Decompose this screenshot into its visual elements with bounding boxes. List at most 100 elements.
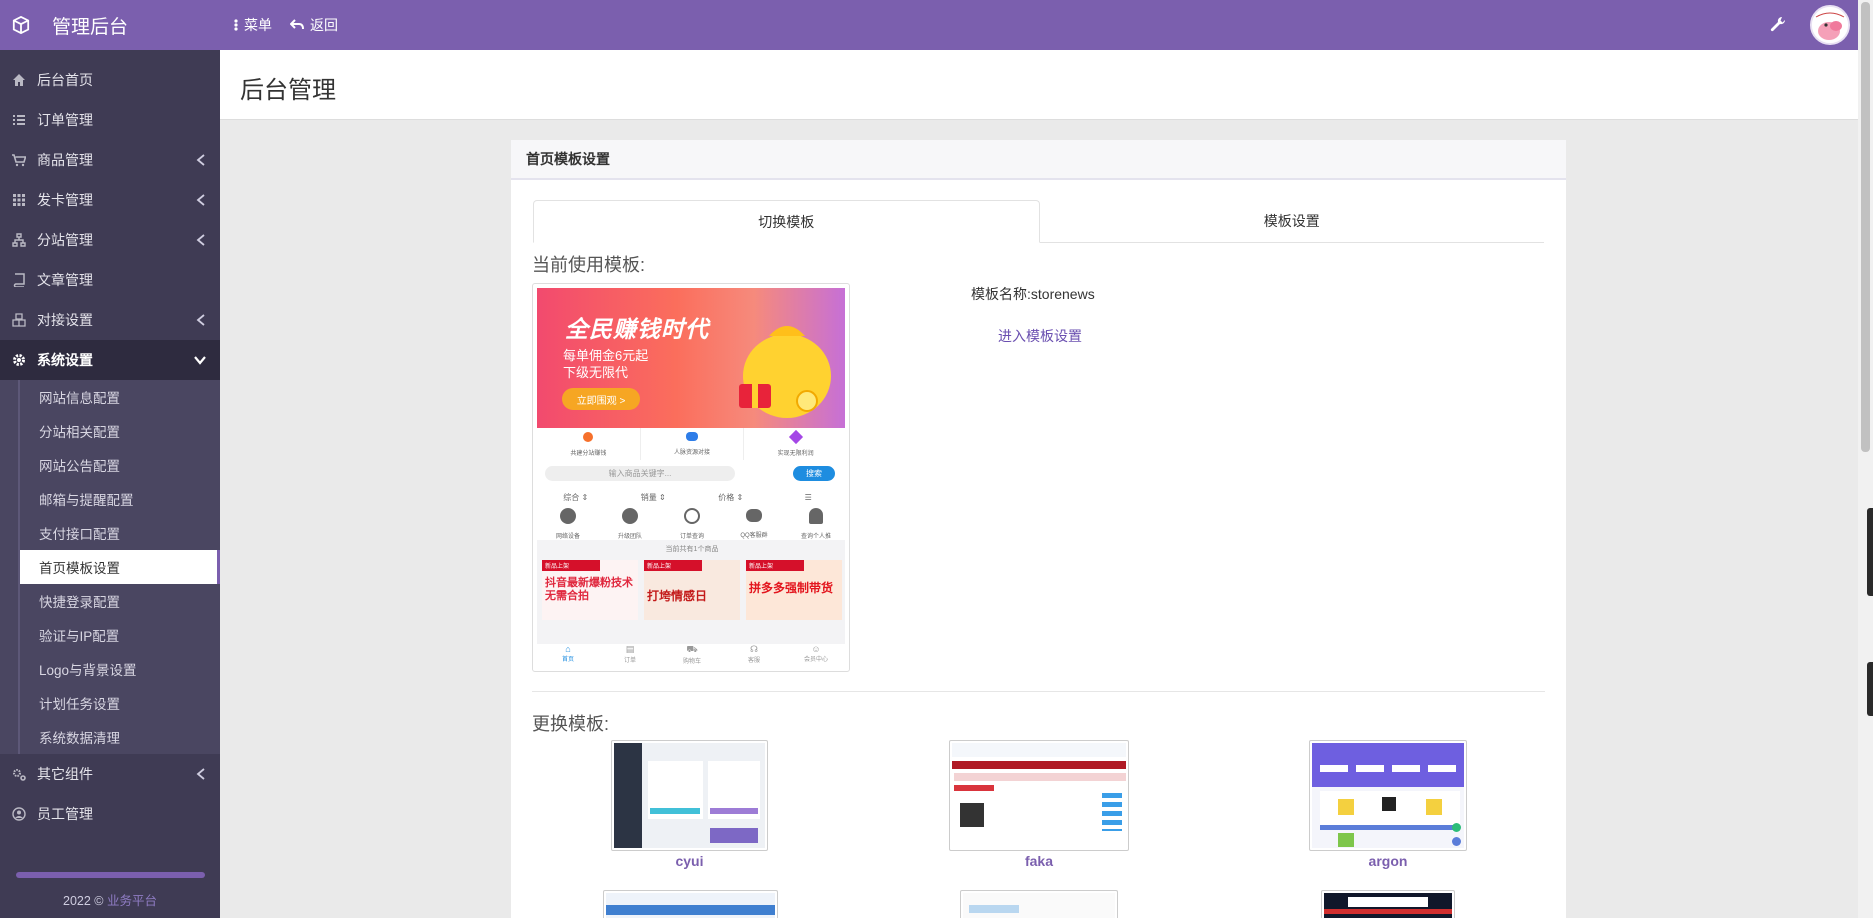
- product-title: 拼多多强制带货: [749, 581, 834, 595]
- template-thumb-faka[interactable]: [949, 740, 1129, 851]
- sub-item-logo-bg[interactable]: Logo与背景设置: [0, 652, 220, 686]
- feature-label: 实现无限利润: [777, 451, 814, 457]
- thumb-nav: [952, 761, 1126, 769]
- thumb-block: [954, 785, 994, 791]
- sidebar-item-docking[interactable]: 对接设置: [0, 300, 220, 340]
- sub-item-label: 首页模板设置: [39, 561, 120, 576]
- tab-switch-template[interactable]: 切换模板: [533, 200, 1040, 243]
- sort-label: 价格 ⇕: [718, 492, 744, 502]
- sidebar-item-home[interactable]: 后台首页: [0, 60, 220, 100]
- template-label-cyui[interactable]: cyui: [611, 853, 768, 869]
- cart-nav-icon: ⛟: [686, 644, 698, 654]
- page-scrollbar[interactable]: [1858, 0, 1873, 918]
- template-thumb-argon[interactable]: [1309, 740, 1467, 851]
- sidebar-item-label: 其它组件: [37, 766, 93, 782]
- quick-icon: [809, 508, 823, 524]
- template-label-faka[interactable]: faka: [949, 853, 1129, 869]
- thumb-product: [1426, 799, 1442, 815]
- template-name: 模板名称:storenews: [971, 286, 1095, 302]
- sidebar-item-cards[interactable]: 发卡管理: [0, 180, 220, 220]
- thumb-product: [1338, 833, 1354, 847]
- feature-label: 共建分站赚钱: [570, 451, 607, 457]
- enter-template-settings-link[interactable]: 进入模板设置: [998, 326, 1082, 346]
- menu-toggle-label: 菜单: [244, 17, 272, 33]
- sidebar-item-products[interactable]: 商品管理: [0, 140, 220, 180]
- user-nav-icon: ☺: [811, 644, 821, 654]
- product-title: 打垮情感日: [647, 589, 708, 603]
- template-thumb-cyui[interactable]: [611, 740, 768, 851]
- qr-code-icon: [960, 803, 984, 827]
- sub-item-announcement[interactable]: 网站公告配置: [0, 448, 220, 482]
- template-thumb-row2-1[interactable]: [603, 890, 778, 918]
- service-nav-icon: ☊: [750, 644, 758, 654]
- thumb-header: [606, 905, 775, 915]
- sidebar-item-orders[interactable]: 订单管理: [0, 100, 220, 140]
- side-widget-bottom[interactable]: [1867, 662, 1873, 716]
- banner-headline: 全民赚钱时代: [565, 316, 709, 342]
- thumb-bar: [1320, 825, 1460, 830]
- side-widget-top[interactable]: [1867, 508, 1873, 596]
- quick-item: QQ客服群: [723, 506, 785, 540]
- quick-icon: [622, 508, 638, 524]
- brand-title: 管理后台: [52, 16, 129, 38]
- template-label-argon[interactable]: argon: [1309, 853, 1467, 869]
- back-button[interactable]: 返回: [290, 15, 338, 35]
- thumb-pill: [1392, 765, 1420, 772]
- sidebar-progress-bar: [16, 872, 205, 878]
- footer-link[interactable]: 业务平台: [107, 894, 157, 908]
- tab-template-settings[interactable]: 模板设置: [1040, 200, 1545, 242]
- chevron-left-icon: [196, 768, 205, 780]
- feature-item: 人脉资源对接: [641, 428, 745, 460]
- template-settings-card: 首页模板设置 切换模板 模板设置 当前使用模板: 全民赚钱时代 每单佣金6元起 …: [511, 140, 1566, 918]
- sub-item-home-template[interactable]: 首页模板设置: [20, 550, 220, 584]
- top-bar: 管理后台 菜单 返回: [0, 0, 1873, 50]
- quick-label: 网络设备: [555, 534, 580, 540]
- sidebar-item-label: 分站管理: [37, 232, 93, 248]
- brand[interactable]: 管理后台: [0, 0, 220, 50]
- thumb-banner: [954, 773, 1126, 781]
- preview-search-row: 输入商品关键字... 搜索: [537, 460, 845, 488]
- sub-item-substation-config[interactable]: 分站相关配置: [0, 414, 220, 448]
- sub-item-email[interactable]: 邮箱与提醒配置: [0, 482, 220, 516]
- thumb-block: [710, 828, 758, 843]
- sidebar-item-label: 订单管理: [37, 112, 93, 128]
- chevron-down-icon: [194, 356, 206, 365]
- gear-icon: [13, 354, 25, 366]
- sub-item-site-info[interactable]: 网站信息配置: [0, 380, 220, 414]
- sidebar-item-system[interactable]: 系统设置: [0, 340, 220, 380]
- sub-item-quick-login[interactable]: 快捷登录配置: [0, 584, 220, 618]
- thumb-pill: [1320, 765, 1348, 772]
- nav-label: 首页: [561, 657, 574, 663]
- sidebar-item-components[interactable]: 其它组件: [0, 754, 220, 794]
- scrollbar-thumb[interactable]: [1861, 2, 1870, 452]
- book-icon: [13, 273, 25, 287]
- sub-item-cron[interactable]: 计划任务设置: [0, 686, 220, 720]
- sub-item-data-clean[interactable]: 系统数据清理: [0, 720, 220, 754]
- wrench-icon[interactable]: [1768, 15, 1788, 35]
- thumb-screen: [1312, 743, 1464, 848]
- template-thumb-row2-3[interactable]: [1321, 890, 1455, 918]
- thumb-pill: [1428, 765, 1456, 772]
- peppa-avatar-icon: [1812, 7, 1848, 43]
- sub-item-verify-ip[interactable]: 验证与IP配置: [0, 618, 220, 652]
- sidebar-item-label: 文章管理: [37, 272, 93, 288]
- chevron-left-icon: [196, 194, 205, 206]
- cube-icon: [12, 16, 30, 34]
- sidebar-item-staff[interactable]: 员工管理: [0, 794, 220, 834]
- thumb-screen: [1324, 893, 1452, 918]
- sub-item-payment[interactable]: 支付接口配置: [0, 516, 220, 550]
- quick-item: 网络设备: [537, 506, 599, 540]
- product-tag: 新品上架: [746, 560, 804, 571]
- avatar[interactable]: [1810, 5, 1850, 45]
- preview-quick-row: 网络设备 升级团队 订单查询 QQ客服群 查询个人推: [537, 506, 845, 540]
- preview-features: 共建分站赚钱 人脉资源对接 实现无限利润: [537, 428, 845, 460]
- template-thumb-row2-2[interactable]: [960, 890, 1118, 918]
- sidebar-item-substations[interactable]: 分站管理: [0, 220, 220, 260]
- thumb-bar: [1324, 909, 1452, 914]
- menu-toggle-button[interactable]: 菜单: [234, 15, 272, 35]
- thumb-pill: [1356, 765, 1384, 772]
- quick-label: QQ客服群: [740, 533, 768, 539]
- sidebar-item-articles[interactable]: 文章管理: [0, 260, 220, 300]
- sidebar-item-label: 员工管理: [37, 806, 93, 822]
- thumb-screen: [963, 893, 1115, 918]
